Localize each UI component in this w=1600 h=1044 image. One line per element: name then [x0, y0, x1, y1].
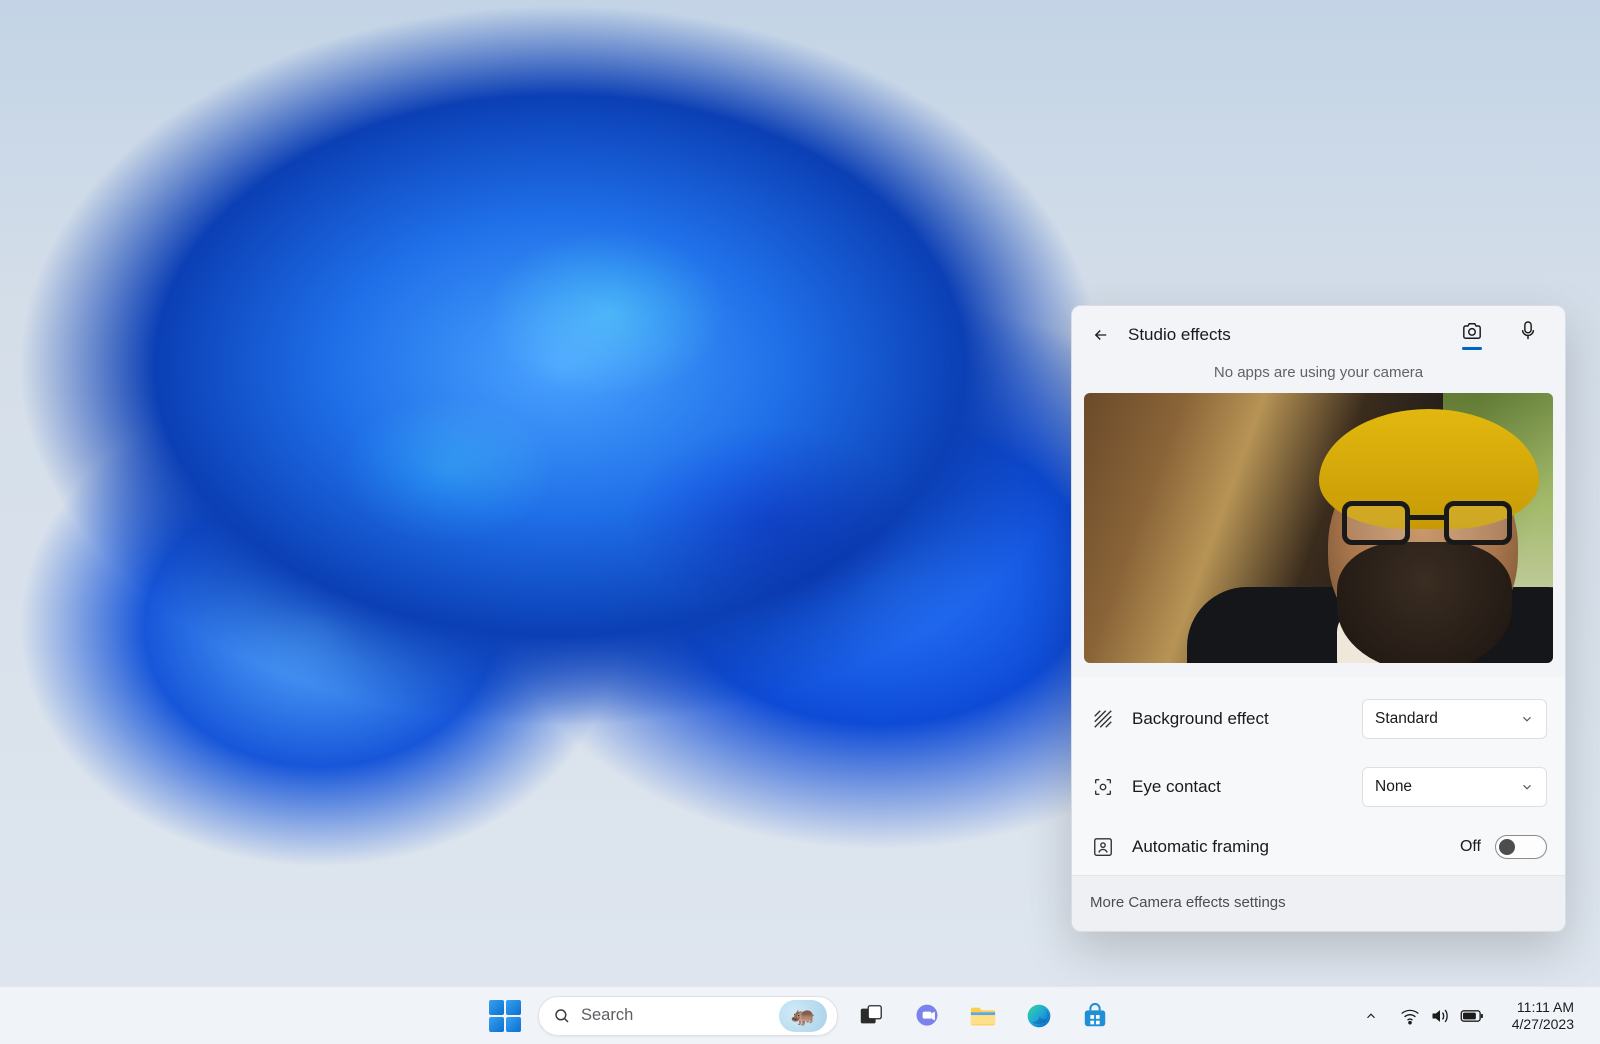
chat-icon — [913, 1002, 941, 1030]
background-effect-select[interactable]: Standard — [1362, 699, 1547, 739]
camera-status-text: No apps are using your camera — [1072, 358, 1565, 393]
back-button[interactable] — [1084, 318, 1118, 352]
row-background-effect: Background effect Standard — [1086, 685, 1551, 753]
search-highlight-badge[interactable]: 🦛 — [779, 1000, 827, 1032]
microphone-icon — [1519, 320, 1537, 342]
automatic-framing-state: Off — [1460, 838, 1481, 856]
volume-icon — [1430, 1007, 1450, 1025]
clock-time: 11:11 AM — [1512, 999, 1574, 1015]
studio-effects-flyout: Studio effects No apps are using your ca… — [1071, 305, 1566, 932]
background-effect-label: Background effect — [1132, 709, 1346, 729]
eye-contact-select[interactable]: None — [1362, 767, 1547, 807]
flyout-title: Studio effects — [1128, 325, 1447, 345]
task-view-button[interactable] — [848, 993, 894, 1039]
taskbar-search[interactable]: Search 🦛 — [538, 996, 838, 1036]
microsoft-store-button[interactable] — [1072, 993, 1118, 1039]
automatic-framing-label: Automatic framing — [1132, 837, 1444, 857]
row-eye-contact: Eye contact None — [1086, 753, 1551, 821]
chat-button[interactable] — [904, 993, 950, 1039]
tab-camera[interactable] — [1457, 321, 1487, 350]
search-icon — [553, 1007, 571, 1025]
eye-contact-label: Eye contact — [1132, 777, 1346, 797]
wifi-icon — [1400, 1007, 1420, 1025]
folder-icon — [969, 1003, 997, 1029]
windows-logo-icon — [489, 1000, 521, 1032]
clock-button[interactable]: 11:11 AM 4/27/2023 — [1498, 996, 1582, 1036]
flyout-header: Studio effects — [1072, 306, 1565, 358]
battery-icon — [1460, 1008, 1484, 1024]
chevron-down-icon — [1520, 712, 1534, 726]
automatic-framing-toggle[interactable] — [1495, 835, 1547, 859]
tray-overflow-button[interactable] — [1356, 996, 1386, 1036]
tab-microphone[interactable] — [1513, 320, 1543, 351]
search-placeholder: Search — [581, 1006, 769, 1025]
chevron-up-icon — [1364, 1009, 1378, 1023]
flyout-tabs — [1457, 320, 1549, 351]
store-icon — [1082, 1003, 1108, 1029]
clock-date: 4/27/2023 — [1512, 1016, 1574, 1032]
start-button[interactable] — [482, 993, 528, 1039]
more-camera-settings-link[interactable]: More Camera effects settings — [1072, 875, 1565, 931]
effects-controls: Background effect Standard Eye contact N… — [1072, 677, 1565, 875]
arrow-left-icon — [1092, 326, 1110, 344]
eye-contact-icon — [1090, 776, 1116, 798]
edge-icon — [1025, 1002, 1053, 1030]
row-automatic-framing: Automatic framing Off — [1086, 821, 1551, 873]
file-explorer-button[interactable] — [960, 993, 1006, 1039]
eye-contact-value: None — [1375, 778, 1412, 796]
background-effect-icon — [1090, 708, 1116, 730]
task-view-icon — [858, 1003, 884, 1029]
camera-preview — [1084, 393, 1553, 663]
taskbar-center: Search 🦛 — [482, 993, 1118, 1039]
camera-icon — [1461, 321, 1483, 341]
automatic-framing-icon — [1090, 836, 1116, 858]
system-tray: 11:11 AM 4/27/2023 — [1356, 987, 1582, 1044]
chevron-down-icon — [1520, 780, 1534, 794]
edge-button[interactable] — [1016, 993, 1062, 1039]
taskbar: Search 🦛 — [0, 986, 1600, 1044]
background-effect-value: Standard — [1375, 710, 1438, 728]
quick-settings-button[interactable] — [1392, 996, 1492, 1036]
